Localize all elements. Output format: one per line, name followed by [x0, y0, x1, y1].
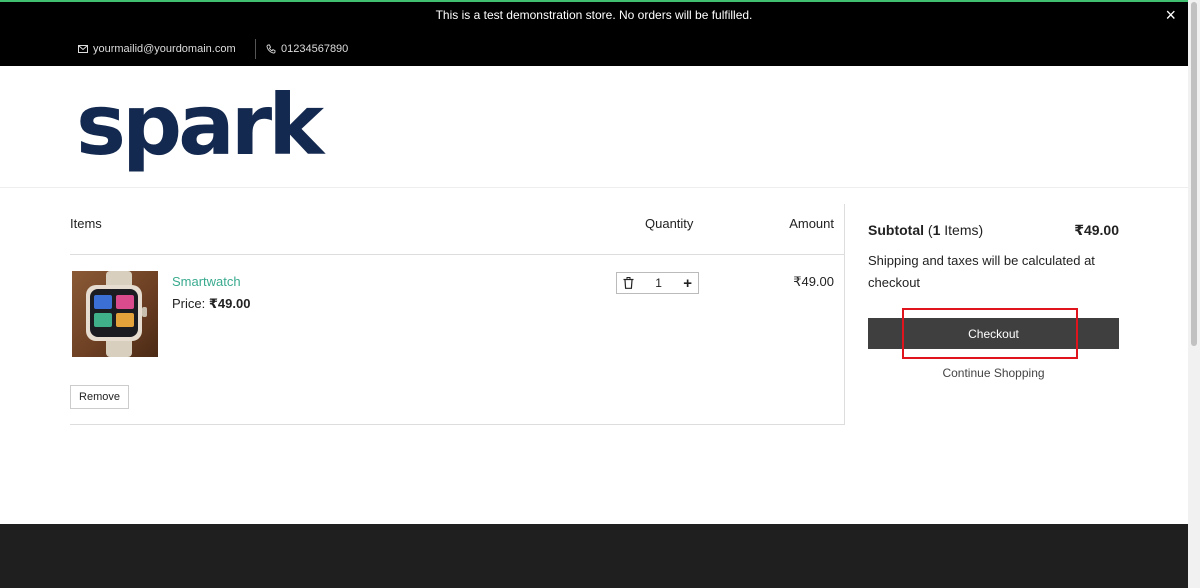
increase-quantity-button[interactable]: +	[683, 276, 692, 291]
quantity-stepper: 1 +	[616, 272, 699, 294]
phone-icon	[266, 44, 276, 54]
subtotal-row: Subtotal (1 Items) ₹49.00	[868, 222, 1119, 238]
brand-logo[interactable]: spark	[76, 74, 336, 182]
product-image[interactable]	[72, 271, 158, 357]
price-value: ₹49.00	[208, 296, 251, 311]
delete-item-button[interactable]	[623, 277, 634, 289]
subtotal-item-count: 1	[932, 222, 941, 238]
scrollbar-thumb[interactable]	[1191, 2, 1197, 346]
contact-email[interactable]: yourmailid@yourdomain.com	[78, 40, 236, 58]
site-footer	[0, 524, 1188, 588]
product-name-link[interactable]: Smartwatch	[172, 274, 241, 289]
remove-button[interactable]: Remove	[70, 385, 129, 409]
announcement-text: This is a test demonstration store. No o…	[435, 8, 753, 22]
contact-email-text: yourmailid@yourdomain.com	[93, 43, 236, 55]
subtotal-label: Subtotal (1 Items)	[868, 222, 984, 238]
header-amount: Amount	[789, 216, 834, 231]
price-label: Price:	[172, 296, 206, 311]
shipping-note: Shipping and taxes will be calculated at…	[868, 253, 1095, 290]
subtotal-value: ₹49.00	[1074, 222, 1119, 238]
page-scrollbar[interactable]	[1188, 0, 1200, 588]
checkout-button[interactable]: Checkout	[868, 318, 1119, 349]
continue-shopping-link[interactable]: Continue Shopping	[868, 366, 1119, 380]
trash-icon	[623, 277, 634, 289]
quantity-value[interactable]: 1	[655, 276, 662, 290]
cart-table: Items Quantity Amount Smartwatch Price: …	[70, 204, 845, 425]
contact-divider	[255, 39, 256, 59]
contact-phone[interactable]: 01234567890	[266, 40, 348, 58]
site-header: spark	[0, 66, 1188, 188]
cart-divider	[70, 254, 845, 255]
brand-logo-text: spark	[76, 76, 326, 174]
header-items: Items	[70, 216, 102, 231]
product-price: Price: ₹49.00	[172, 296, 250, 312]
mail-icon	[78, 45, 88, 53]
contact-phone-text: 01234567890	[281, 43, 349, 55]
smartwatch-image	[86, 271, 147, 357]
close-icon[interactable]: ×	[1165, 5, 1176, 25]
announcement-bar: This is a test demonstration store. No o…	[0, 0, 1188, 66]
line-amount: ₹49.00	[793, 274, 834, 289]
header-quantity: Quantity	[645, 216, 694, 231]
